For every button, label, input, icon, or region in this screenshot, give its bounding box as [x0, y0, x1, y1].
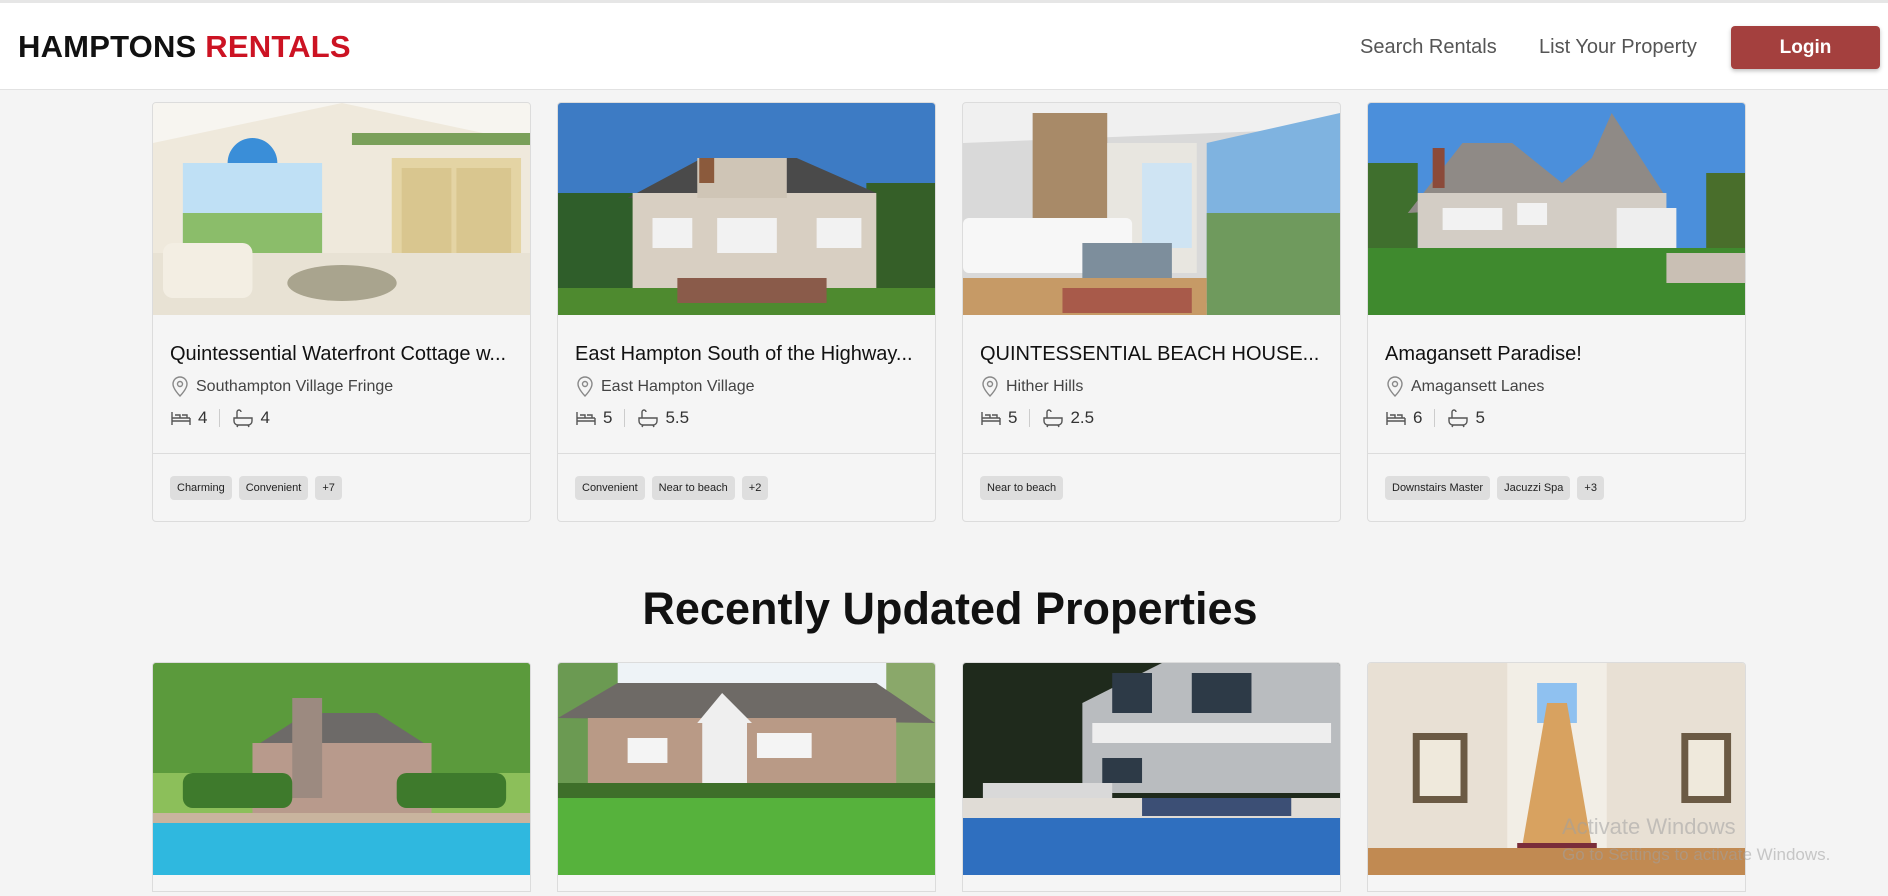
baths-stat: 5: [1447, 408, 1485, 428]
activate-windows-title: Activate Windows: [1562, 814, 1736, 839]
map-pin-icon: [577, 376, 593, 397]
stat-separator: [1029, 409, 1031, 427]
map-pin-icon: [172, 376, 188, 397]
property-title[interactable]: QUINTESSENTIAL BEACH HOUSE...: [980, 343, 1325, 366]
stat-separator: [219, 409, 221, 427]
recent-property-card[interactable]: [557, 662, 936, 892]
property-card[interactable]: Quintessential Waterfront Cottage w... S…: [152, 102, 531, 522]
tag-chip: Near to beach: [980, 476, 1064, 500]
bed-icon: [576, 412, 596, 425]
property-photo[interactable]: [558, 663, 935, 875]
property-location: Southampton Village Fringe: [170, 376, 393, 398]
property-stats: 6 5: [1385, 408, 1485, 428]
beds-count: 5: [603, 408, 613, 427]
stat-separator: [624, 409, 626, 427]
baths-count: 2.5: [1070, 408, 1095, 427]
bed-icon: [981, 412, 1001, 425]
bed-icon: [171, 412, 191, 425]
baths-stat: 5.5: [637, 408, 689, 428]
baths-count: 5: [1475, 408, 1485, 427]
card-divider: [153, 453, 530, 454]
property-photo[interactable]: [1368, 663, 1745, 875]
stat-separator: [1434, 409, 1436, 427]
beds-count: 4: [198, 408, 208, 427]
bathtub-icon: [638, 409, 659, 428]
location-label: Southampton Village Fringe: [196, 378, 394, 395]
property-title[interactable]: Quintessential Waterfront Cottage w...: [170, 343, 515, 366]
site-header: HAMPTONS RENTALS Search Rentals List You…: [0, 3, 1888, 90]
login-button[interactable]: Login: [1731, 26, 1880, 69]
bathtub-icon: [233, 409, 254, 428]
tag-chip: Convenient: [238, 476, 309, 500]
beds-stat: 4: [170, 408, 207, 428]
property-photo[interactable]: [963, 663, 1340, 875]
property-title[interactable]: Amagansett Paradise!: [1385, 343, 1730, 366]
location-label: Hither Hills: [1006, 378, 1084, 395]
tag-chip: Jacuzzi Spa: [1497, 476, 1571, 500]
property-stats: 5 5.5: [575, 408, 689, 428]
tag-chip: +2: [741, 476, 769, 500]
beds-stat: 5: [980, 408, 1017, 428]
site-logo[interactable]: HAMPTONS RENTALS: [18, 29, 351, 65]
tag-chip: +7: [315, 476, 342, 500]
bed-icon: [1386, 412, 1406, 425]
beds-count: 5: [1008, 408, 1018, 427]
tag-list: Charming Convenient +7: [170, 476, 349, 500]
bathtub-icon: [1043, 409, 1064, 428]
card-divider: [558, 453, 935, 454]
property-photo[interactable]: [963, 103, 1340, 315]
tag-chip: +3: [1577, 476, 1604, 500]
property-photo[interactable]: [558, 103, 935, 315]
baths-count: 4: [260, 408, 270, 427]
nav-search-rentals[interactable]: Search Rentals: [1360, 36, 1497, 59]
tag-list: Convenient Near to beach +2: [575, 476, 775, 500]
property-photo[interactable]: [153, 103, 530, 315]
tag-list: Downstairs Master Jacuzzi Spa +3: [1385, 476, 1611, 500]
tag-chip: Convenient: [575, 476, 645, 500]
property-location: Amagansett Lanes: [1385, 376, 1544, 398]
property-stats: 4 4: [170, 408, 270, 428]
beds-stat: 6: [1385, 408, 1422, 428]
property-card[interactable]: QUINTESSENTIAL BEACH HOUSE... Hither Hil…: [962, 102, 1341, 522]
tag-chip: Near to beach: [651, 476, 735, 500]
location-label: Amagansett Lanes: [1411, 378, 1545, 395]
property-stats: 5 2.5: [980, 408, 1094, 428]
tag-list: Near to beach: [980, 476, 1070, 500]
beds-count: 6: [1413, 408, 1423, 427]
beds-stat: 5: [575, 408, 612, 428]
tag-chip: Charming: [170, 476, 232, 500]
map-pin-icon: [1387, 376, 1403, 397]
property-photo[interactable]: [1368, 103, 1745, 315]
bathtub-icon: [1448, 409, 1469, 428]
location-label: East Hampton Village: [601, 378, 755, 395]
recent-property-card[interactable]: [152, 662, 531, 892]
activate-windows-subtitle: Go to Settings to activate Windows.: [1562, 845, 1831, 864]
property-title[interactable]: East Hampton South of the Highway...: [575, 343, 920, 366]
property-location: Hither Hills: [980, 376, 1083, 398]
logo-text-rentals: RENTALS: [205, 29, 351, 64]
baths-stat: 2.5: [1042, 408, 1094, 428]
recent-section-title: Recently Updated Properties: [642, 583, 1258, 634]
property-card[interactable]: Amagansett Paradise! Amagansett Lanes 6 …: [1367, 102, 1746, 522]
baths-count: 5.5: [665, 408, 690, 427]
tag-chip: Downstairs Master: [1385, 476, 1491, 500]
recent-property-card[interactable]: [962, 662, 1341, 892]
card-divider: [1368, 453, 1745, 454]
nav-list-property[interactable]: List Your Property: [1539, 36, 1697, 59]
baths-stat: 4: [232, 408, 270, 428]
property-card[interactable]: East Hampton South of the Highway... Eas…: [557, 102, 936, 522]
logo-text-hamptons: HAMPTONS: [18, 29, 197, 64]
map-pin-icon: [982, 376, 998, 397]
card-divider: [963, 453, 1340, 454]
property-photo[interactable]: [153, 663, 530, 875]
property-location: East Hampton Village: [575, 376, 755, 398]
